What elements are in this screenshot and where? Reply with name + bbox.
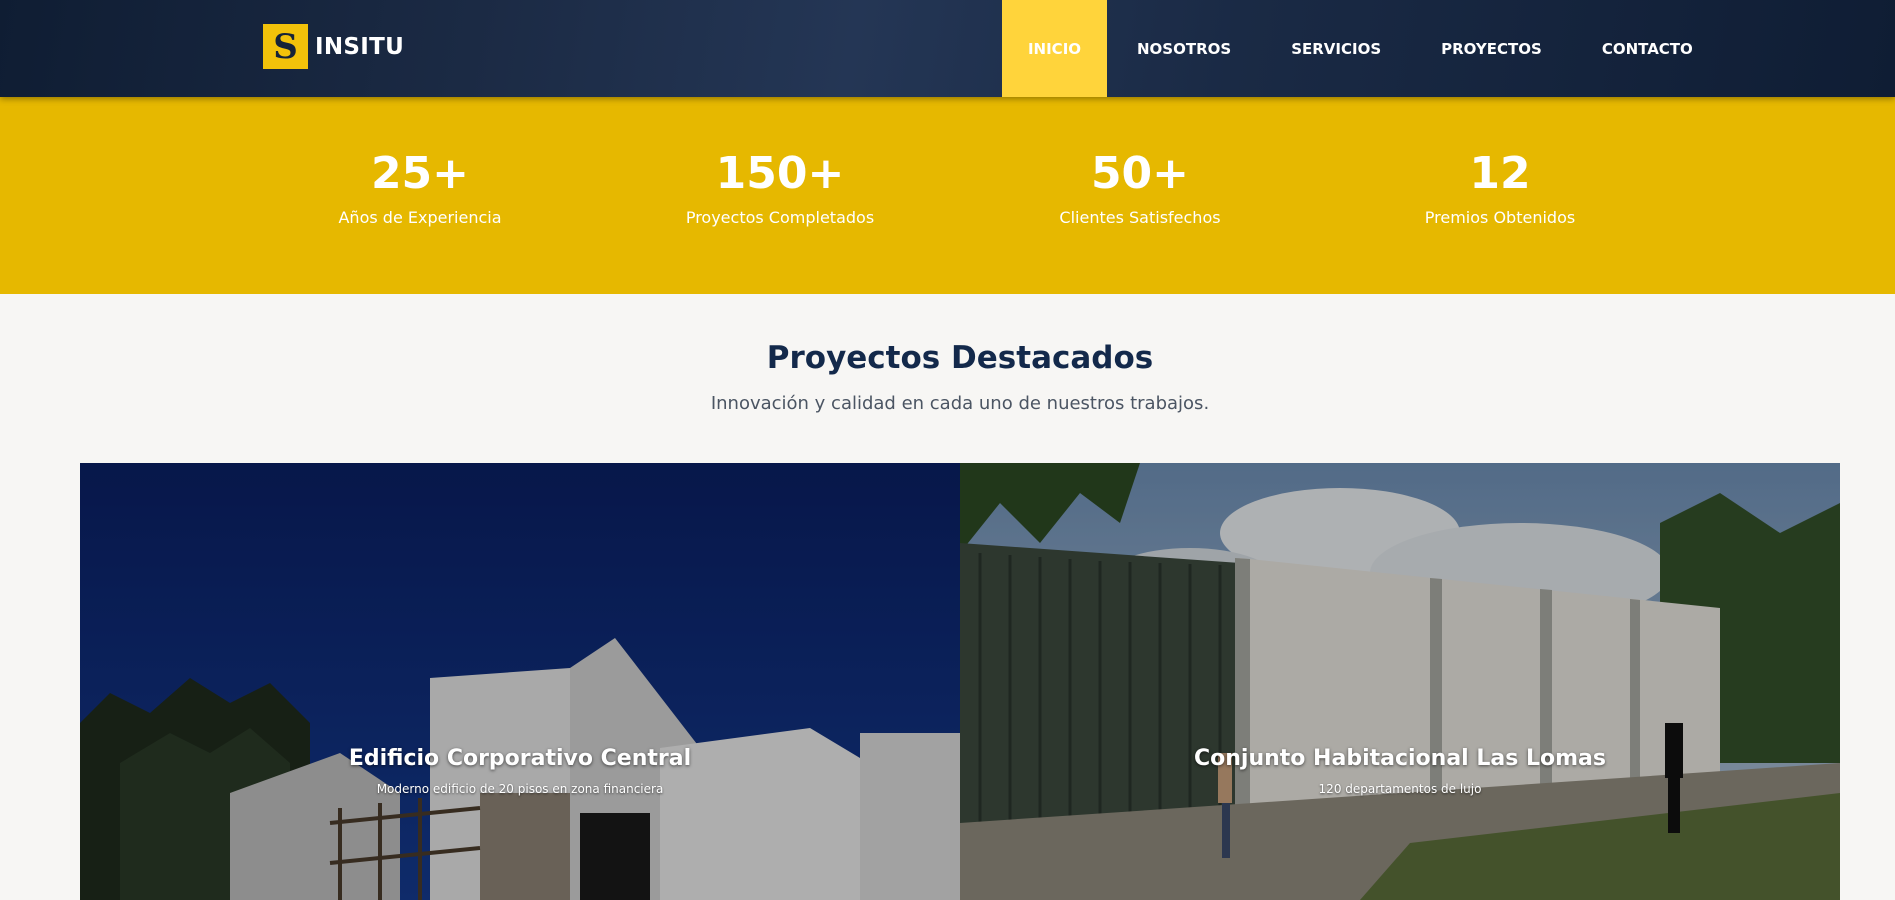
site-header: S INSITU INICIO NOSOTROS SERVICIOS PROYE… bbox=[0, 0, 1895, 97]
stat-label: Proyectos Completados bbox=[685, 208, 875, 227]
stat-label: Premios Obtenidos bbox=[1424, 208, 1576, 227]
stat-clients: 50+ Clientes Satisfechos bbox=[990, 148, 1290, 228]
project-description: Moderno edificio de 20 pisos en zona fin… bbox=[376, 782, 664, 796]
stat-label: Clientes Satisfechos bbox=[1059, 208, 1221, 227]
stat-years: 25+ Años de Experiencia bbox=[270, 148, 570, 228]
stats-band: 25+ Años de Experiencia 150+ Proyectos C… bbox=[0, 97, 1895, 294]
stat-value: 12 bbox=[1469, 148, 1531, 199]
nav-contacto[interactable]: CONTACTO bbox=[1572, 0, 1723, 97]
section-title: Proyectos Destacados bbox=[766, 340, 1154, 376]
stat-value: 150+ bbox=[715, 148, 845, 199]
logo-icon: S bbox=[263, 24, 308, 69]
nav-proyectos[interactable]: PROYECTOS bbox=[1411, 0, 1572, 97]
stat-projects: 150+ Proyectos Completados bbox=[630, 148, 930, 228]
project-title: Conjunto Habitacional Las Lomas bbox=[1193, 746, 1606, 771]
project-image-building bbox=[80, 463, 960, 900]
nav-servicios[interactable]: SERVICIOS bbox=[1261, 0, 1411, 97]
project-card-las-lomas[interactable]: Conjunto Habitacional Las Lomas 120 depa… bbox=[960, 463, 1840, 900]
brand-name: INSITU bbox=[315, 33, 405, 60]
logo[interactable]: S INSITU bbox=[263, 24, 404, 69]
project-image-wall bbox=[960, 463, 1840, 900]
stat-value: 50+ bbox=[1090, 148, 1190, 199]
logo-letter: S bbox=[273, 26, 298, 67]
nav-inicio[interactable]: INICIO bbox=[1002, 0, 1107, 97]
project-card-corporativo[interactable]: Edificio Corporativo Central Moderno edi… bbox=[80, 463, 960, 900]
project-description: 120 departamentos de lujo bbox=[1318, 782, 1482, 796]
section-subtitle: Innovación y calidad en cada uno de nues… bbox=[710, 393, 1210, 414]
stat-label: Años de Experiencia bbox=[338, 208, 502, 227]
nav-nosotros[interactable]: NOSOTROS bbox=[1107, 0, 1261, 97]
project-title: Edificio Corporativo Central bbox=[348, 746, 692, 771]
stat-value: 25+ bbox=[370, 148, 470, 199]
main-nav: INICIO NOSOTROS SERVICIOS PROYECTOS CONT… bbox=[1002, 0, 1723, 97]
stat-awards: 12 Premios Obtenidos bbox=[1350, 148, 1650, 228]
